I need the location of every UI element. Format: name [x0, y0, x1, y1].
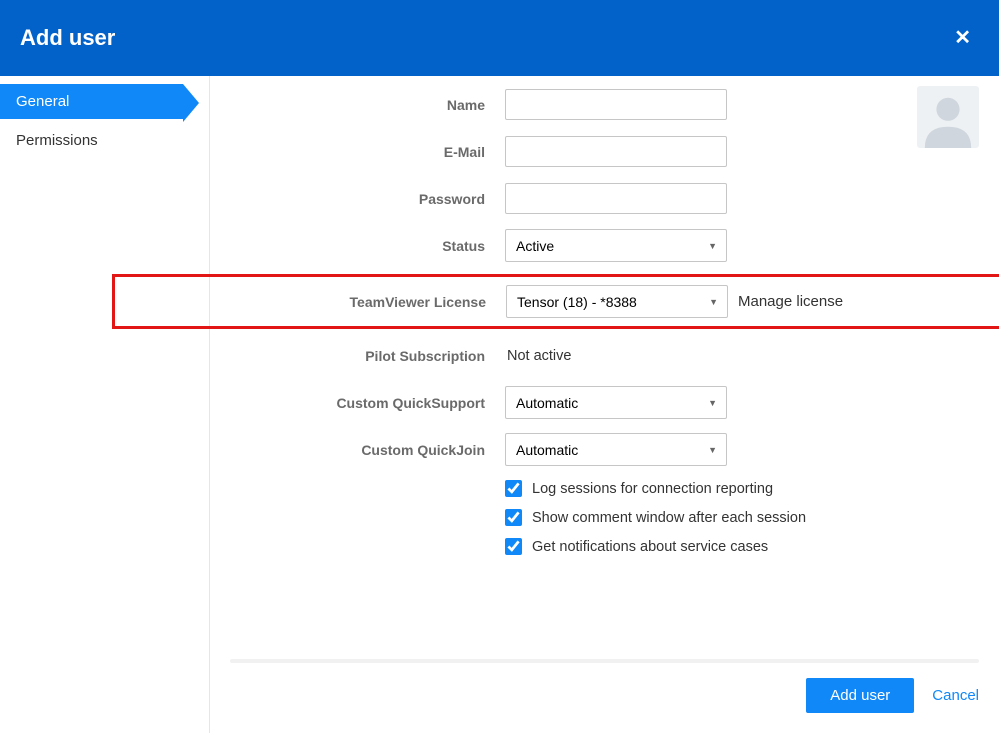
password-input[interactable]: [505, 183, 727, 214]
license-highlight: TeamViewer License Tensor (18) - *8388 M…: [112, 274, 999, 329]
dialog-header: Add user ✕: [0, 0, 999, 76]
row-log-sessions: Log sessions for connection reporting: [505, 480, 979, 497]
tab-label: General: [16, 93, 69, 110]
row-quicksupport: Custom QuickSupport Automatic: [230, 386, 979, 419]
quicksupport-select[interactable]: Automatic: [505, 386, 727, 419]
name-input[interactable]: [505, 89, 727, 120]
footer: Add user Cancel: [806, 678, 979, 713]
label-email: E-Mail: [230, 144, 505, 160]
add-user-button[interactable]: Add user: [806, 678, 914, 713]
row-quickjoin: Custom QuickJoin Automatic: [230, 433, 979, 466]
quickjoin-select[interactable]: Automatic: [505, 433, 727, 466]
row-notifications: Get notifications about service cases: [505, 538, 979, 555]
manage-license-link[interactable]: Manage license: [738, 293, 843, 310]
label-name: Name: [230, 97, 505, 113]
dialog-title: Add user: [20, 25, 115, 51]
row-license: TeamViewer License Tensor (18) - *8388 M…: [115, 285, 996, 318]
status-select[interactable]: Active: [505, 229, 727, 262]
row-email: E-Mail: [230, 135, 979, 168]
license-select-wrap: Tensor (18) - *8388: [506, 285, 728, 318]
tab-permissions[interactable]: Permissions: [0, 123, 209, 158]
pilot-value: Not active: [505, 348, 571, 364]
label-pilot: Pilot Subscription: [230, 348, 505, 364]
log-sessions-checkbox[interactable]: [505, 480, 522, 497]
row-status: Status Active: [230, 229, 979, 262]
notifications-checkbox[interactable]: [505, 538, 522, 555]
label-quickjoin: Custom QuickJoin: [230, 442, 505, 458]
show-comment-checkbox[interactable]: [505, 509, 522, 526]
email-input[interactable]: [505, 136, 727, 167]
show-comment-label[interactable]: Show comment window after each session: [532, 510, 806, 526]
label-status: Status: [230, 238, 505, 254]
status-select-wrap: Active: [505, 229, 727, 262]
divider: [230, 659, 979, 663]
tab-general[interactable]: General: [0, 84, 183, 119]
row-pilot: Pilot Subscription Not active: [230, 339, 979, 372]
close-icon[interactable]: ✕: [954, 28, 971, 48]
main-panel: Name E-Mail Password Status: [210, 76, 999, 733]
user-silhouette-icon: [919, 90, 977, 148]
notifications-label[interactable]: Get notifications about service cases: [532, 539, 768, 555]
license-select[interactable]: Tensor (18) - *8388: [506, 285, 728, 318]
label-license: TeamViewer License: [115, 294, 506, 310]
log-sessions-label[interactable]: Log sessions for connection reporting: [532, 481, 773, 497]
form: Name E-Mail Password Status: [230, 88, 979, 555]
label-quicksupport: Custom QuickSupport: [230, 395, 505, 411]
row-password: Password: [230, 182, 979, 215]
quickjoin-select-wrap: Automatic: [505, 433, 727, 466]
avatar[interactable]: [917, 86, 979, 148]
cancel-button[interactable]: Cancel: [932, 687, 979, 704]
row-show-comment: Show comment window after each session: [505, 509, 979, 526]
tab-label: Permissions: [16, 132, 98, 149]
sidebar: General Permissions: [0, 76, 210, 733]
label-password: Password: [230, 191, 505, 207]
row-name: Name: [230, 88, 979, 121]
quicksupport-select-wrap: Automatic: [505, 386, 727, 419]
dialog-body: General Permissions Name E-Mail: [0, 76, 999, 733]
